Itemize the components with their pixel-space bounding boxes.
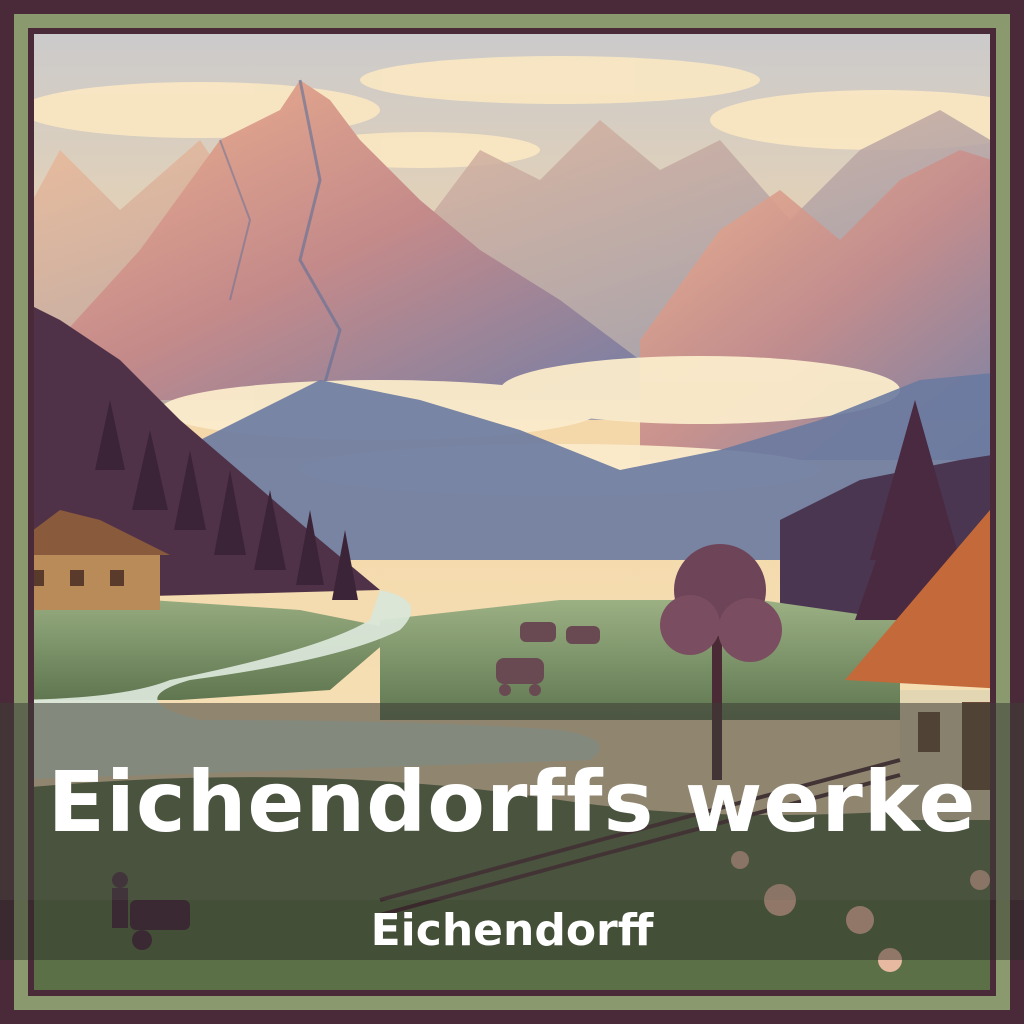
book-cover: Eichendorffs werke Eichendorff [0, 0, 1024, 1024]
meadow-mid [380, 600, 900, 720]
title-band: Eichendorffs werke [0, 703, 1024, 900]
author-band: Eichendorff [0, 900, 1024, 960]
book-title: Eichendorffs werke [47, 752, 977, 851]
book-author: Eichendorff [370, 904, 654, 956]
